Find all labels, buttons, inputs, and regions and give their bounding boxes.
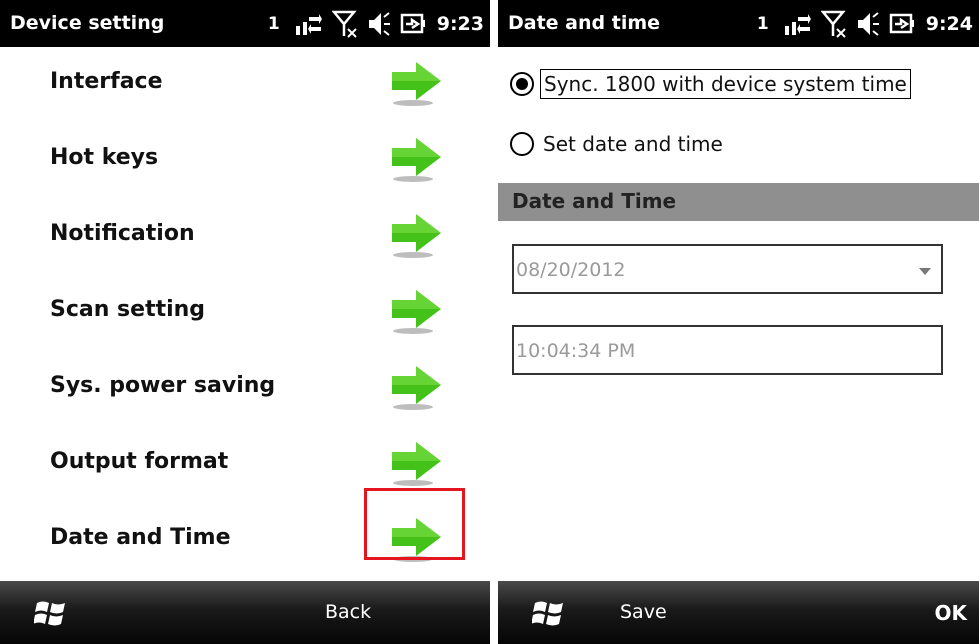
ok-softkey[interactable]: OK bbox=[935, 601, 968, 625]
battery-charging-icon bbox=[889, 13, 914, 34]
menu-item-label: Hot keys bbox=[50, 145, 159, 170]
speaker-icon bbox=[368, 12, 390, 36]
menu-item-label: Notification bbox=[50, 221, 195, 246]
status-area[interactable]: 1 9:24 bbox=[757, 9, 973, 39]
status-area[interactable]: 1 9:23 bbox=[268, 9, 484, 39]
sync-time-radio[interactable] bbox=[510, 72, 534, 96]
menu-item-sys-power-saving[interactable]: Sys. power saving bbox=[0, 349, 490, 425]
menu-item-interface[interactable]: Interface bbox=[0, 45, 490, 121]
device-setting-screen: Device setting 1 9:23 Interface Hot keys… bbox=[0, 0, 490, 644]
chevron-down-icon[interactable] bbox=[919, 268, 931, 275]
date-picker[interactable]: 08/20/2012 bbox=[512, 244, 943, 294]
signal-strength-label: 1 bbox=[267, 14, 280, 34]
date-and-time-screen: Date and time 1 9:24 Sync. 1800 with dev… bbox=[498, 0, 979, 644]
set-date-time-label[interactable]: Set date and time bbox=[540, 130, 726, 158]
no-signal-icon bbox=[820, 10, 846, 38]
green-arrow-icon[interactable] bbox=[388, 59, 446, 107]
green-arrow-icon[interactable] bbox=[388, 439, 446, 487]
windows-start-icon[interactable] bbox=[34, 599, 68, 627]
screen-title: Date and time bbox=[508, 12, 661, 34]
softkey-bar: Save OK bbox=[498, 581, 979, 644]
green-arrow-icon[interactable] bbox=[388, 287, 446, 335]
section-header-label: Date and Time bbox=[512, 189, 677, 213]
time-value: 10:04:34 PM bbox=[516, 340, 636, 362]
save-softkey[interactable]: Save bbox=[620, 601, 667, 623]
green-arrow-icon[interactable] bbox=[388, 211, 446, 259]
windows-start-icon[interactable] bbox=[532, 599, 566, 627]
clock: 9:24 bbox=[925, 13, 973, 35]
menu-item-notification[interactable]: Notification bbox=[0, 197, 490, 273]
no-signal-icon bbox=[331, 10, 357, 38]
title-bar: Date and time 1 9:24 bbox=[498, 0, 979, 47]
date-value: 08/20/2012 bbox=[516, 259, 626, 281]
data-connection-icon bbox=[295, 14, 322, 35]
set-date-time-radio[interactable] bbox=[510, 132, 534, 156]
time-field[interactable]: 10:04:34 PM bbox=[512, 325, 943, 375]
section-header: Date and Time bbox=[498, 183, 979, 221]
menu-item-label: Date and Time bbox=[50, 525, 231, 550]
menu-item-label: Interface bbox=[50, 69, 163, 94]
menu-item-label: Output format bbox=[50, 449, 229, 474]
set-date-time-option[interactable]: Set date and time bbox=[510, 124, 726, 164]
signal-strength-label: 1 bbox=[756, 14, 769, 34]
sync-time-option[interactable]: Sync. 1800 with device system time bbox=[510, 64, 911, 104]
back-softkey[interactable]: Back bbox=[325, 601, 371, 623]
battery-charging-icon bbox=[400, 13, 425, 34]
menu-item-hot-keys[interactable]: Hot keys bbox=[0, 121, 490, 197]
menu-item-label: Scan setting bbox=[50, 297, 206, 322]
title-bar: Device setting 1 9:23 bbox=[0, 0, 490, 47]
highlight-box bbox=[364, 488, 465, 560]
green-arrow-icon[interactable] bbox=[388, 135, 446, 183]
speaker-icon bbox=[857, 12, 879, 36]
menu-item-label: Sys. power saving bbox=[50, 373, 276, 398]
clock: 9:23 bbox=[436, 13, 484, 35]
softkey-bar: Back bbox=[0, 581, 490, 644]
screen-title: Device setting bbox=[10, 12, 165, 34]
sync-time-label[interactable]: Sync. 1800 with device system time bbox=[540, 69, 911, 99]
data-connection-icon bbox=[784, 14, 811, 35]
screen-divider bbox=[490, 0, 498, 644]
menu-item-scan-setting[interactable]: Scan setting bbox=[0, 273, 490, 349]
green-arrow-icon[interactable] bbox=[388, 363, 446, 411]
